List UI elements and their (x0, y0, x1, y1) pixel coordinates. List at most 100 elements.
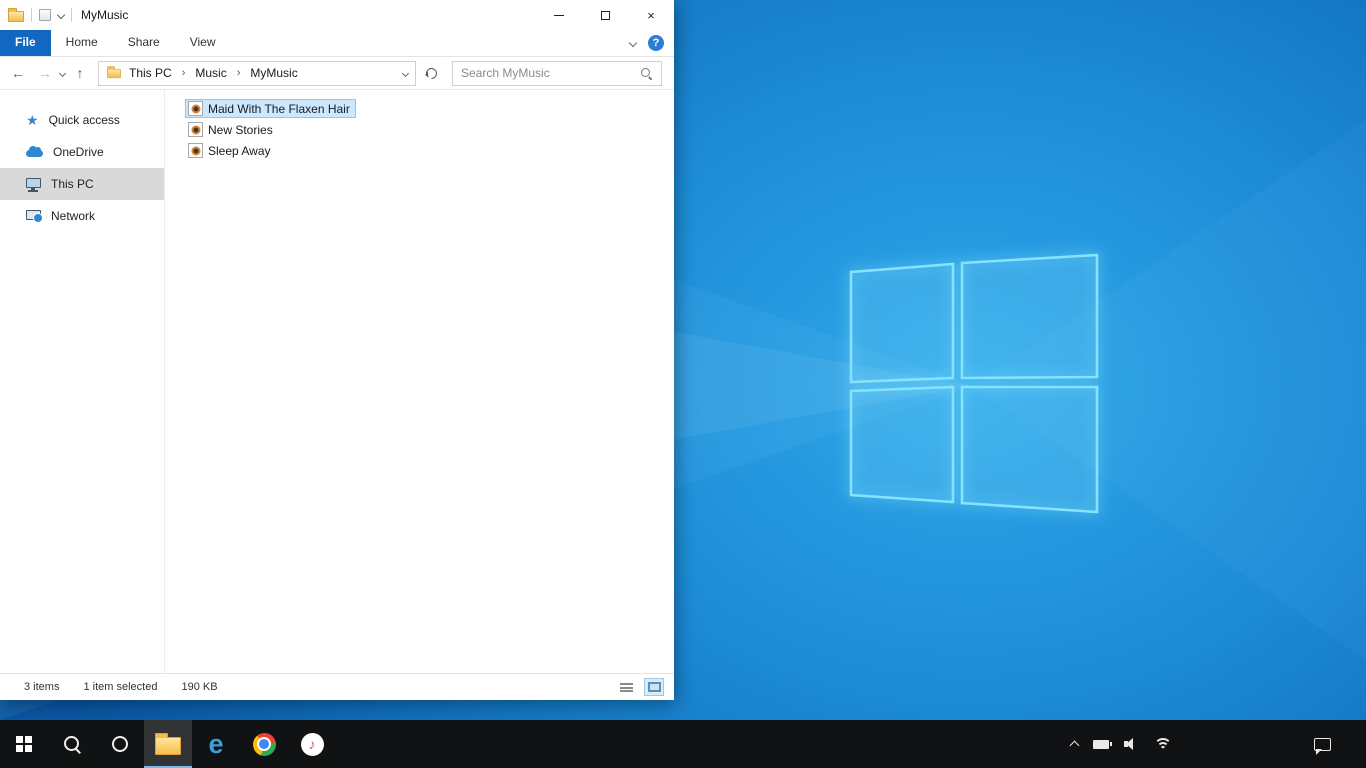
breadcrumb-this-pc[interactable]: This PC (128, 66, 173, 80)
toolbar-divider (31, 8, 32, 22)
hidden-icons-chevron-icon[interactable] (1069, 740, 1080, 751)
search-icon[interactable] (640, 67, 653, 80)
taskbar-chrome-button[interactable] (240, 720, 288, 768)
action-center-button[interactable] (1299, 737, 1345, 755)
chrome-icon (252, 732, 276, 756)
battery-icon[interactable] (1093, 739, 1112, 749)
window-body: ★ Quick access OneDrive This PC Network (0, 90, 674, 673)
cortana-button[interactable] (96, 720, 144, 768)
close-button[interactable]: × (628, 0, 674, 30)
file-name: Maid With The Flaxen Hair (208, 101, 350, 116)
sidebar-item-network[interactable]: Network (0, 200, 164, 232)
volume-icon[interactable] (1124, 738, 1139, 750)
expand-ribbon-chevron-icon[interactable] (628, 38, 638, 48)
breadcrumb-music[interactable]: Music (194, 66, 227, 80)
music-file-icon (188, 143, 203, 158)
recent-locations-chevron-icon[interactable] (58, 69, 67, 77)
sidebar-item-label: This PC (51, 177, 94, 191)
quick-access-toolbar: MyMusic (0, 8, 128, 22)
file-list: Maid With The Flaxen Hair New Stories Sl… (165, 90, 674, 673)
toolbar-divider (71, 8, 72, 22)
edge-icon: e (208, 728, 224, 759)
view-toggles (616, 678, 664, 696)
status-bar: 3 items 1 item selected 190 KB (0, 673, 674, 700)
search-input[interactable] (461, 66, 640, 80)
quick-access-properties-icon[interactable] (39, 9, 51, 21)
customize-toolbar-chevron-icon[interactable] (56, 10, 66, 20)
music-file-icon (188, 122, 203, 137)
file-row[interactable]: New Stories (185, 119, 674, 140)
desktop: MyMusic × File Home Share View ? ← → ↑ T… (0, 0, 1366, 768)
breadcrumb-separator-icon[interactable]: › (179, 67, 189, 79)
ribbon-right-controls: ? (628, 30, 674, 56)
sidebar-item-quick-access[interactable]: ★ Quick access (0, 104, 164, 136)
address-history-chevron-icon[interactable] (401, 69, 410, 77)
sidebar-item-onedrive[interactable]: OneDrive (0, 136, 164, 168)
ribbon-tabs: File Home Share View ? (0, 30, 674, 57)
file-explorer-icon (155, 733, 181, 755)
star-icon: ★ (26, 112, 39, 128)
large-icons-view-icon (647, 682, 661, 692)
location-folder-icon (107, 66, 121, 79)
address-bar[interactable]: This PC › Music › MyMusic (98, 60, 416, 86)
windows-logo-icon (15, 735, 33, 753)
action-center-icon (1313, 737, 1331, 755)
sidebar-item-label: OneDrive (53, 145, 104, 159)
cloud-icon (26, 146, 43, 157)
status-item-count: 3 items (24, 681, 60, 693)
minimize-icon (554, 14, 564, 16)
tab-file[interactable]: File (0, 30, 51, 56)
window-folder-icon (8, 8, 24, 22)
system-tray (1069, 720, 1366, 768)
sidebar-item-this-pc[interactable]: This PC (0, 168, 164, 200)
file-name: New Stories (208, 122, 273, 137)
taskbar-edge-button[interactable]: e (192, 720, 240, 768)
large-icons-view-button[interactable] (644, 678, 664, 696)
computer-icon (26, 177, 41, 192)
forward-button[interactable]: → (33, 61, 57, 85)
refresh-icon (423, 65, 439, 81)
network-icon (26, 209, 43, 223)
tab-share[interactable]: Share (113, 30, 175, 56)
search-icon (63, 735, 81, 753)
details-view-button[interactable] (616, 678, 636, 696)
maximize-button[interactable] (582, 0, 628, 30)
sidebar-item-label: Network (51, 209, 96, 223)
wifi-icon[interactable] (1154, 737, 1172, 751)
status-selection: 1 item selected (83, 681, 158, 693)
details-view-icon (619, 682, 633, 692)
file-selection-chip[interactable]: Maid With The Flaxen Hair (185, 99, 356, 118)
breadcrumb-mymusic[interactable]: MyMusic (249, 66, 298, 80)
taskbar-itunes-button[interactable]: ♪ (288, 720, 336, 768)
window-title: MyMusic (81, 8, 129, 22)
breadcrumb-separator-icon[interactable]: › (234, 67, 244, 79)
itunes-icon: ♪ (300, 732, 324, 756)
taskbar-search-button[interactable] (48, 720, 96, 768)
file-row[interactable]: Sleep Away (185, 140, 674, 161)
taskbar: e ♪ (0, 720, 1366, 768)
file-row[interactable]: Maid With The Flaxen Hair (185, 98, 674, 119)
navigation-pane: ★ Quick access OneDrive This PC Network (0, 90, 165, 673)
back-button[interactable]: ← (6, 61, 30, 85)
file-selection-chip[interactable]: New Stories (185, 120, 279, 139)
sidebar-item-label: Quick access (48, 113, 120, 127)
maximize-icon (600, 10, 610, 20)
search-box (452, 60, 662, 86)
refresh-button[interactable] (419, 61, 443, 85)
file-name: Sleep Away (208, 143, 271, 158)
titlebar: MyMusic × (0, 0, 674, 30)
tab-home[interactable]: Home (51, 30, 113, 56)
minimize-button[interactable] (536, 0, 582, 30)
cortana-icon (112, 736, 128, 752)
window-controls: × (536, 0, 674, 30)
navigation-bar: ← → ↑ This PC › Music › MyMusic (0, 57, 674, 90)
start-button[interactable] (0, 720, 48, 768)
tab-view[interactable]: View (175, 30, 231, 56)
close-icon: × (647, 7, 655, 23)
taskbar-file-explorer-button[interactable] (144, 720, 192, 768)
file-selection-chip[interactable]: Sleep Away (185, 141, 277, 160)
file-explorer-window: MyMusic × File Home Share View ? ← → ↑ T… (0, 0, 674, 700)
help-button[interactable]: ? (648, 35, 664, 51)
up-button[interactable]: ↑ (68, 61, 92, 85)
status-size: 190 KB (181, 681, 218, 693)
